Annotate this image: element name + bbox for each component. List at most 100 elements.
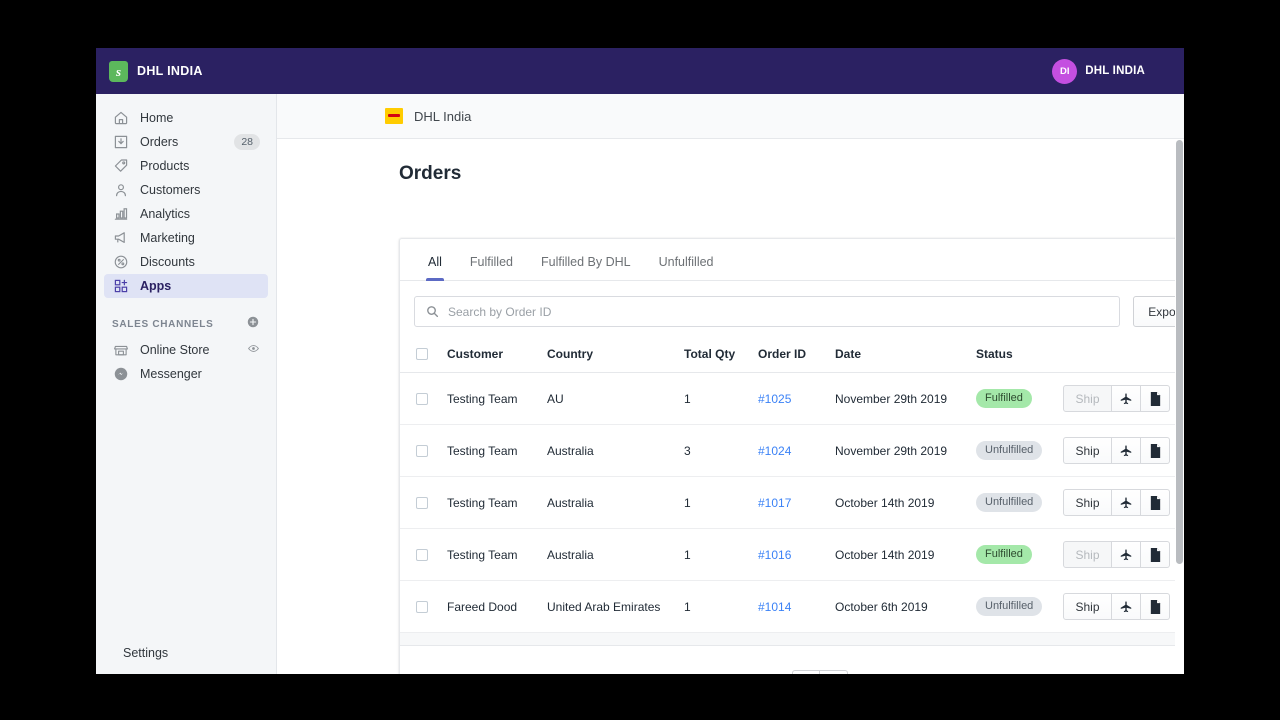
row-checkbox[interactable] (416, 496, 428, 509)
sidebar-item-home[interactable]: Home (104, 106, 268, 130)
ship-button[interactable]: Ship (1063, 593, 1112, 620)
document-button[interactable] (1141, 385, 1170, 412)
document-button[interactable] (1141, 437, 1170, 464)
ship-button[interactable]: Ship (1063, 385, 1112, 412)
table-row[interactable]: Fareed Dood United Arab Emirates 1 #1014… (400, 580, 1184, 633)
row-actions: Ship (1063, 437, 1184, 464)
document-button[interactable] (1141, 593, 1170, 620)
cell-status: Unfulfilled (976, 476, 1063, 529)
sidebar-item-settings[interactable]: Settings (96, 646, 169, 674)
sidebar-item-label: Settings (123, 646, 169, 660)
column-order-id: Order ID (758, 340, 835, 373)
row-actions: Ship (1063, 541, 1184, 568)
eye-icon[interactable] (247, 342, 260, 358)
column-country: Country (547, 340, 684, 373)
table-row[interactable]: Testing Team Australia 1 #1016 October 1… (400, 528, 1184, 581)
avatar: DI (1052, 58, 1078, 84)
document-button[interactable] (1141, 541, 1170, 568)
products-icon (112, 158, 129, 175)
dhl-logo-icon (385, 108, 403, 124)
document-icon (1150, 443, 1160, 458)
order-id-link[interactable]: #1014 (758, 600, 791, 614)
column-date: Date (835, 340, 976, 373)
tab-all[interactable]: All (414, 239, 456, 281)
cell-customer: Testing Team (447, 528, 547, 581)
cell-date: October 14th 2019 (835, 528, 976, 581)
cell-total-qty: 1 (684, 580, 758, 633)
sidebar-item-label: Online Store (140, 343, 210, 357)
scrollbar-thumb[interactable] (1176, 140, 1183, 564)
plus-circle-icon[interactable] (246, 315, 260, 334)
select-all-checkbox[interactable] (416, 348, 428, 360)
tab-fulfilled[interactable]: Fulfilled (456, 239, 527, 280)
cell-customer: Testing Team (447, 424, 547, 477)
status-badge: Fulfilled (976, 389, 1032, 408)
row-actions: Ship (1063, 385, 1184, 412)
cell-order-id: #1017 (758, 476, 835, 529)
order-id-link[interactable]: #1024 (758, 444, 791, 458)
tab-fulfilled-by-dhl[interactable]: Fulfilled By DHL (527, 239, 645, 280)
sidebar-item-orders[interactable]: Orders 28 (104, 130, 268, 154)
sidebar-item-marketing[interactable]: Marketing (104, 226, 268, 250)
order-id-link[interactable]: #1025 (758, 392, 791, 406)
row-checkbox[interactable] (416, 548, 428, 561)
row-checkbox[interactable] (416, 392, 428, 405)
order-id-link[interactable]: #1017 (758, 496, 791, 510)
row-actions: Ship (1063, 593, 1184, 620)
sidebar-item-analytics[interactable]: Analytics (104, 202, 268, 226)
sidebar-item-label: Customers (140, 183, 201, 197)
order-id-link[interactable]: #1016 (758, 548, 791, 562)
row-select-cell (400, 476, 447, 529)
document-button[interactable] (1141, 489, 1170, 516)
airplane-button[interactable] (1112, 593, 1141, 620)
cell-total-qty: 3 (684, 424, 758, 477)
sidebar-item-products[interactable]: Products (104, 154, 268, 178)
table-row[interactable]: Testing Team Australia 1 #1017 October 1… (400, 476, 1184, 529)
analytics-icon (112, 206, 129, 223)
airplane-button[interactable] (1112, 437, 1141, 464)
sidebar-item-discounts[interactable]: Discounts (104, 250, 268, 274)
document-icon (1150, 547, 1160, 562)
ship-button[interactable]: Ship (1063, 437, 1112, 464)
column-total-qty: Total Qty (684, 340, 758, 373)
airplane-button[interactable] (1112, 385, 1141, 412)
brand-logo[interactable]: s DHL INDIA (96, 60, 277, 82)
row-checkbox[interactable] (416, 600, 428, 613)
orders-badge: 28 (234, 134, 260, 150)
ship-button[interactable]: Ship (1063, 489, 1112, 516)
airplane-icon (1120, 600, 1132, 612)
user-menu[interactable]: DI DHL INDIA (1052, 48, 1145, 94)
discounts-icon (112, 254, 129, 271)
document-icon (1150, 599, 1160, 614)
status-badge: Fulfilled (976, 545, 1032, 564)
sidebar-item-label: Home (140, 111, 174, 125)
order-search-input[interactable] (448, 304, 1086, 319)
search-icon (427, 306, 439, 318)
pagination-next-button[interactable]: → (820, 670, 848, 674)
row-select-cell (400, 372, 447, 425)
orders-table: Customer Country Total Qty Order ID Date… (400, 340, 1184, 633)
table-row[interactable]: Testing Team Australia 3 #1024 November … (400, 424, 1184, 477)
tab-unfulfilled[interactable]: Unfulfilled (645, 239, 728, 280)
row-select-cell (400, 424, 447, 477)
sidebar-item-label: Marketing (140, 231, 195, 245)
sidebar-item-messenger[interactable]: Messenger (104, 362, 268, 386)
cell-order-id: #1025 (758, 372, 835, 425)
sidebar-item-label: Messenger (140, 367, 202, 381)
pagination-prev-button[interactable]: ← (792, 670, 820, 674)
row-checkbox[interactable] (416, 444, 428, 457)
sidebar-item-online-store[interactable]: Online Store (104, 338, 268, 362)
shopify-bag-icon: s (109, 60, 128, 82)
sidebar-item-customers[interactable]: Customers (104, 178, 268, 202)
status-badge: Unfulfilled (976, 441, 1043, 460)
sidebar-item-apps[interactable]: Apps (104, 274, 268, 298)
ship-button[interactable]: Ship (1063, 541, 1112, 568)
table-row[interactable]: Testing Team AU 1 #1025 November 29th 20… (400, 372, 1184, 425)
orders-tabs: All Fulfilled Fulfilled By DHL Unfulfill… (400, 239, 1184, 281)
airplane-button[interactable] (1112, 541, 1141, 568)
order-search[interactable] (414, 296, 1121, 327)
cell-country: United Arab Emirates (547, 580, 684, 633)
cell-order-id: #1016 (758, 528, 835, 581)
orders-toolbar: Export CSV (400, 281, 1184, 340)
airplane-button[interactable] (1112, 489, 1141, 516)
